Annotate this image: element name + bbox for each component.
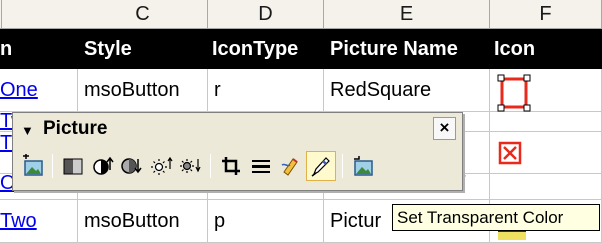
- header-cell-icon[interactable]: Icon: [494, 29, 535, 69]
- format-picture-button[interactable]: [276, 151, 306, 181]
- cell-icon[interactable]: [490, 132, 602, 173]
- toolbar-options-chevron-icon[interactable]: ▼: [21, 123, 34, 138]
- toolbar-separator: [210, 154, 211, 178]
- cell-text: msoButton: [84, 79, 180, 101]
- table-header-row: n Style IconType Picture Name Icon: [0, 29, 602, 69]
- more-brightness-button[interactable]: [146, 151, 176, 181]
- picture-toolbar[interactable]: ▼ Picture ×: [12, 112, 463, 191]
- insert-picture-icon: [23, 154, 43, 176]
- toolbar-close-button[interactable]: ×: [433, 117, 456, 140]
- set-transparent-color-button[interactable]: [306, 151, 336, 181]
- header-cell-a[interactable]: n: [0, 29, 12, 69]
- red-x-box-icon[interactable]: [498, 141, 522, 165]
- header-cell-style[interactable]: Style: [84, 29, 132, 69]
- column-header-a-edge: [0, 0, 2, 29]
- insert-picture-button[interactable]: [18, 151, 48, 181]
- red-square-icon[interactable]: [496, 73, 532, 113]
- crop-button[interactable]: [216, 151, 246, 181]
- cell-style[interactable]: msoButton: [78, 200, 208, 242]
- column-header-d[interactable]: D: [208, 0, 324, 29]
- toolbar-title-bar[interactable]: ▼ Picture ×: [13, 113, 462, 145]
- link-text[interactable]: Two: [0, 210, 37, 233]
- tooltip: Set Transparent Color: [392, 204, 600, 231]
- color-button[interactable]: [58, 151, 88, 181]
- toolbar-separator: [52, 154, 53, 178]
- format-picture-icon: [281, 158, 298, 176]
- cell-text: Pictur: [330, 210, 382, 232]
- column-header-c[interactable]: C: [78, 0, 208, 29]
- less-brightness-icon: [180, 159, 201, 173]
- column-header-row: C D E F: [0, 0, 602, 29]
- cell-text: RedSquare: [330, 79, 432, 101]
- cell-text: msoButton: [84, 210, 180, 232]
- cell-a[interactable]: Two: [0, 200, 78, 242]
- cell-icon[interactable]: [490, 69, 602, 113]
- line-style-icon: [252, 160, 270, 173]
- less-contrast-icon: [121, 158, 142, 174]
- column-header-e[interactable]: E: [324, 0, 490, 29]
- cell-style[interactable]: msoButton: [78, 69, 208, 111]
- toolbar-buttons: [16, 147, 460, 187]
- column-header-f[interactable]: F: [490, 0, 602, 29]
- cell-text: p: [214, 210, 226, 232]
- less-contrast-button[interactable]: [116, 151, 146, 181]
- less-brightness-button[interactable]: [174, 151, 204, 181]
- cell-text: r: [214, 79, 221, 101]
- line-style-button[interactable]: [246, 151, 276, 181]
- more-contrast-icon: [93, 156, 114, 175]
- cell-icon[interactable]: [490, 112, 602, 131]
- table-row: One msoButton r RedSquare: [0, 69, 602, 112]
- header-cell-picture-name[interactable]: Picture Name: [330, 29, 458, 69]
- toolbar-separator: [342, 154, 343, 178]
- reset-picture-icon: [354, 156, 373, 176]
- crop-icon: [222, 157, 240, 175]
- cell-icon[interactable]: [490, 174, 602, 199]
- link-text[interactable]: One: [0, 79, 38, 102]
- cell-a[interactable]: One: [0, 69, 78, 111]
- reset-picture-button[interactable]: [348, 151, 378, 181]
- set-transparent-color-icon: [311, 157, 330, 177]
- cell-icontype[interactable]: r: [208, 69, 324, 111]
- cell-icontype[interactable]: p: [208, 200, 324, 242]
- more-brightness-icon: [151, 156, 173, 175]
- color-icon: [63, 158, 83, 175]
- cell-picture-name[interactable]: RedSquare: [324, 69, 490, 111]
- header-cell-icontype[interactable]: IconType: [212, 29, 298, 69]
- more-contrast-button[interactable]: [88, 151, 118, 181]
- yellow-picture-icon: [498, 230, 526, 240]
- toolbar-title: Picture: [43, 118, 108, 139]
